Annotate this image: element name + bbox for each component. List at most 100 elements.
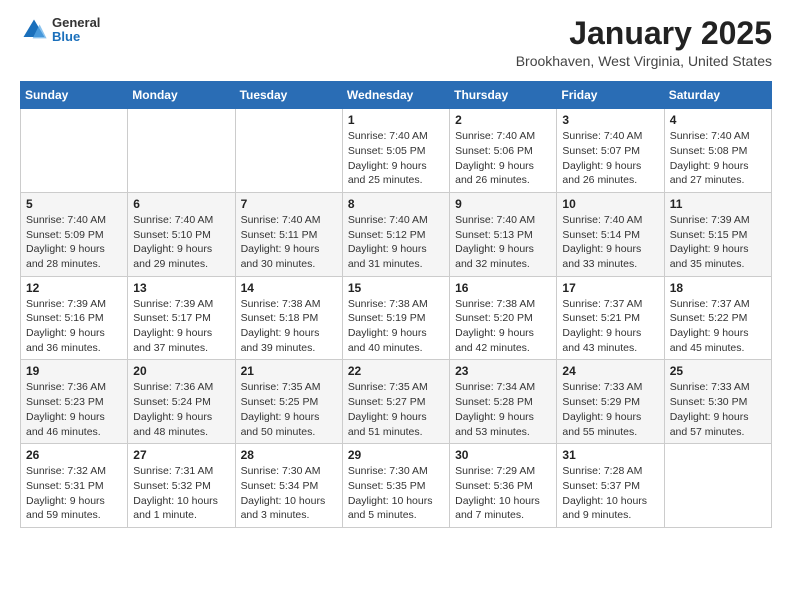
day-info: Sunrise: 7:40 AM Sunset: 5:05 PM Dayligh…: [348, 129, 444, 188]
day-number: 16: [455, 281, 551, 295]
calendar-week-4: 19 Sunrise: 7:36 AM Sunset: 5:23 PM Dayli…: [21, 360, 772, 444]
day-number: 5: [26, 197, 122, 211]
day-number: 8: [348, 197, 444, 211]
calendar-cell: 1 Sunrise: 7:40 AM Sunset: 5:05 PM Daylig…: [342, 109, 449, 193]
calendar-header: SundayMondayTuesdayWednesdayThursdayFrid…: [21, 82, 772, 109]
day-info: Sunrise: 7:40 AM Sunset: 5:06 PM Dayligh…: [455, 129, 551, 188]
day-number: 25: [670, 364, 766, 378]
calendar-cell: 25 Sunrise: 7:33 AM Sunset: 5:30 PM Dayli…: [664, 360, 771, 444]
day-info: Sunrise: 7:40 AM Sunset: 5:11 PM Dayligh…: [241, 213, 337, 272]
calendar-cell: 19 Sunrise: 7:36 AM Sunset: 5:23 PM Dayli…: [21, 360, 128, 444]
calendar-cell: 5 Sunrise: 7:40 AM Sunset: 5:09 PM Daylig…: [21, 192, 128, 276]
day-info: Sunrise: 7:30 AM Sunset: 5:35 PM Dayligh…: [348, 464, 444, 523]
day-number: 20: [133, 364, 229, 378]
day-info: Sunrise: 7:37 AM Sunset: 5:22 PM Dayligh…: [670, 297, 766, 356]
day-info: Sunrise: 7:40 AM Sunset: 5:08 PM Dayligh…: [670, 129, 766, 188]
page-header: General Blue January 2025 Brookhaven, We…: [20, 16, 772, 69]
day-info: Sunrise: 7:28 AM Sunset: 5:37 PM Dayligh…: [562, 464, 658, 523]
calendar-title: January 2025: [516, 16, 772, 51]
day-info: Sunrise: 7:35 AM Sunset: 5:25 PM Dayligh…: [241, 380, 337, 439]
weekday-header-thursday: Thursday: [450, 82, 557, 109]
title-block: January 2025 Brookhaven, West Virginia, …: [516, 16, 772, 69]
calendar-cell: 21 Sunrise: 7:35 AM Sunset: 5:25 PM Dayli…: [235, 360, 342, 444]
day-info: Sunrise: 7:33 AM Sunset: 5:30 PM Dayligh…: [670, 380, 766, 439]
day-number: 23: [455, 364, 551, 378]
day-number: 2: [455, 113, 551, 127]
calendar-cell: 30 Sunrise: 7:29 AM Sunset: 5:36 PM Dayli…: [450, 444, 557, 528]
calendar-cell: 20 Sunrise: 7:36 AM Sunset: 5:24 PM Dayli…: [128, 360, 235, 444]
calendar-cell: 24 Sunrise: 7:33 AM Sunset: 5:29 PM Dayli…: [557, 360, 664, 444]
day-number: 24: [562, 364, 658, 378]
day-number: 28: [241, 448, 337, 462]
logo-blue: Blue: [52, 30, 100, 44]
day-info: Sunrise: 7:34 AM Sunset: 5:28 PM Dayligh…: [455, 380, 551, 439]
calendar-cell: 2 Sunrise: 7:40 AM Sunset: 5:06 PM Daylig…: [450, 109, 557, 193]
calendar-cell: [235, 109, 342, 193]
day-info: Sunrise: 7:40 AM Sunset: 5:13 PM Dayligh…: [455, 213, 551, 272]
day-number: 26: [26, 448, 122, 462]
day-number: 6: [133, 197, 229, 211]
calendar-cell: 17 Sunrise: 7:37 AM Sunset: 5:21 PM Dayli…: [557, 276, 664, 360]
day-number: 19: [26, 364, 122, 378]
day-number: 4: [670, 113, 766, 127]
day-info: Sunrise: 7:29 AM Sunset: 5:36 PM Dayligh…: [455, 464, 551, 523]
day-info: Sunrise: 7:36 AM Sunset: 5:23 PM Dayligh…: [26, 380, 122, 439]
day-number: 13: [133, 281, 229, 295]
calendar-cell: 27Sunrise: 7:31 AM Sunset: 5:32 PM Dayli…: [128, 444, 235, 528]
day-info: Sunrise: 7:40 AM Sunset: 5:09 PM Dayligh…: [26, 213, 122, 272]
weekday-header-tuesday: Tuesday: [235, 82, 342, 109]
day-number: 29: [348, 448, 444, 462]
calendar-week-1: 1 Sunrise: 7:40 AM Sunset: 5:05 PM Daylig…: [21, 109, 772, 193]
day-info: Sunrise: 7:39 AM Sunset: 5:17 PM Dayligh…: [133, 297, 229, 356]
day-number: 14: [241, 281, 337, 295]
day-info: Sunrise: 7:36 AM Sunset: 5:24 PM Dayligh…: [133, 380, 229, 439]
calendar-cell: 7Sunrise: 7:40 AM Sunset: 5:11 PM Daylig…: [235, 192, 342, 276]
calendar-cell: 31Sunrise: 7:28 AM Sunset: 5:37 PM Dayli…: [557, 444, 664, 528]
calendar-cell: 14 Sunrise: 7:38 AM Sunset: 5:18 PM Dayli…: [235, 276, 342, 360]
day-number: 11: [670, 197, 766, 211]
day-number: 21: [241, 364, 337, 378]
calendar-cell: 8Sunrise: 7:40 AM Sunset: 5:12 PM Daylig…: [342, 192, 449, 276]
calendar-subtitle: Brookhaven, West Virginia, United States: [516, 53, 772, 69]
day-info: Sunrise: 7:40 AM Sunset: 5:10 PM Dayligh…: [133, 213, 229, 272]
day-info: Sunrise: 7:39 AM Sunset: 5:16 PM Dayligh…: [26, 297, 122, 356]
calendar-cell: 10 Sunrise: 7:40 AM Sunset: 5:14 PM Dayli…: [557, 192, 664, 276]
day-info: Sunrise: 7:35 AM Sunset: 5:27 PM Dayligh…: [348, 380, 444, 439]
weekday-header-sunday: Sunday: [21, 82, 128, 109]
logo-general: General: [52, 16, 100, 30]
day-number: 1: [348, 113, 444, 127]
calendar-cell: 26 Sunrise: 7:32 AM Sunset: 5:31 PM Dayli…: [21, 444, 128, 528]
calendar-cell: 22Sunrise: 7:35 AM Sunset: 5:27 PM Dayli…: [342, 360, 449, 444]
logo: General Blue: [20, 16, 100, 45]
day-info: Sunrise: 7:32 AM Sunset: 5:31 PM Dayligh…: [26, 464, 122, 523]
day-number: 30: [455, 448, 551, 462]
day-info: Sunrise: 7:40 AM Sunset: 5:14 PM Dayligh…: [562, 213, 658, 272]
calendar-cell: [21, 109, 128, 193]
day-info: Sunrise: 7:31 AM Sunset: 5:32 PM Dayligh…: [133, 464, 229, 523]
day-number: 10: [562, 197, 658, 211]
day-info: Sunrise: 7:38 AM Sunset: 5:20 PM Dayligh…: [455, 297, 551, 356]
calendar-cell: 13 Sunrise: 7:39 AM Sunset: 5:17 PM Dayli…: [128, 276, 235, 360]
day-number: 18: [670, 281, 766, 295]
weekday-header-saturday: Saturday: [664, 82, 771, 109]
day-number: 17: [562, 281, 658, 295]
calendar-week-3: 12Sunrise: 7:39 AM Sunset: 5:16 PM Dayli…: [21, 276, 772, 360]
day-info: Sunrise: 7:30 AM Sunset: 5:34 PM Dayligh…: [241, 464, 337, 523]
calendar-cell: 12Sunrise: 7:39 AM Sunset: 5:16 PM Dayli…: [21, 276, 128, 360]
logo-icon: [20, 16, 48, 44]
day-info: Sunrise: 7:37 AM Sunset: 5:21 PM Dayligh…: [562, 297, 658, 356]
calendar-week-5: 26 Sunrise: 7:32 AM Sunset: 5:31 PM Dayli…: [21, 444, 772, 528]
calendar-cell: 28 Sunrise: 7:30 AM Sunset: 5:34 PM Dayli…: [235, 444, 342, 528]
calendar-cell: 11Sunrise: 7:39 AM Sunset: 5:15 PM Dayli…: [664, 192, 771, 276]
calendar-cell: 3Sunrise: 7:40 AM Sunset: 5:07 PM Daylig…: [557, 109, 664, 193]
calendar-cell: 18 Sunrise: 7:37 AM Sunset: 5:22 PM Dayli…: [664, 276, 771, 360]
calendar-cell: 29 Sunrise: 7:30 AM Sunset: 5:35 PM Dayli…: [342, 444, 449, 528]
logo-text: General Blue: [52, 16, 100, 45]
day-info: Sunrise: 7:33 AM Sunset: 5:29 PM Dayligh…: [562, 380, 658, 439]
day-info: Sunrise: 7:38 AM Sunset: 5:19 PM Dayligh…: [348, 297, 444, 356]
day-info: Sunrise: 7:38 AM Sunset: 5:18 PM Dayligh…: [241, 297, 337, 356]
day-info: Sunrise: 7:40 AM Sunset: 5:07 PM Dayligh…: [562, 129, 658, 188]
calendar-week-2: 5 Sunrise: 7:40 AM Sunset: 5:09 PM Daylig…: [21, 192, 772, 276]
weekday-row: SundayMondayTuesdayWednesdayThursdayFrid…: [21, 82, 772, 109]
calendar-cell: 15Sunrise: 7:38 AM Sunset: 5:19 PM Dayli…: [342, 276, 449, 360]
